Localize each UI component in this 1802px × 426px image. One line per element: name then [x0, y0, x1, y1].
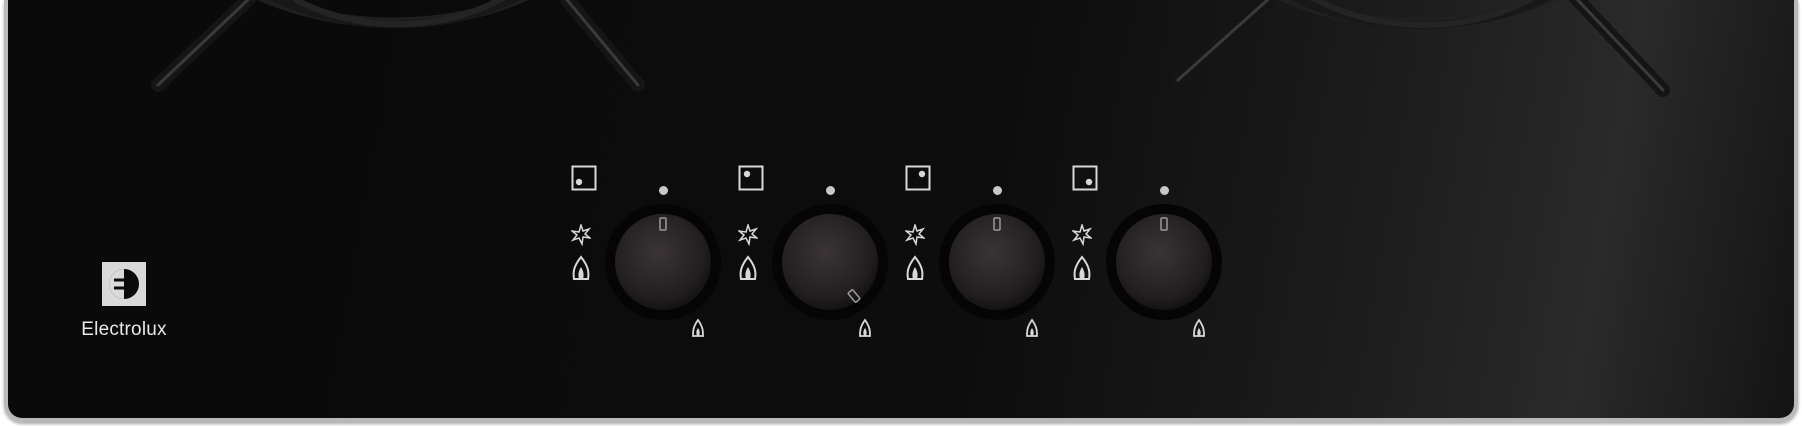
burner-zone-icon	[1072, 165, 1098, 191]
burner-zone-icon	[738, 165, 764, 191]
left-grate	[151, 0, 645, 92]
burner-zone-icon	[905, 165, 931, 191]
max-flame-icon	[739, 255, 757, 280]
position-indicator-dot	[1160, 186, 1169, 195]
control-knob[interactable]	[1104, 202, 1224, 322]
ignition-spark-icon	[1072, 224, 1092, 246]
control-knob[interactable]	[937, 202, 1057, 322]
position-indicator-dot	[826, 186, 835, 195]
control-knob[interactable]	[770, 202, 890, 322]
control-knob[interactable]	[603, 202, 723, 322]
max-flame-icon	[1073, 255, 1091, 280]
electrolux-logo-icon	[102, 262, 146, 306]
brand-logo: Electrolux	[74, 262, 174, 341]
ignition-spark-icon	[905, 224, 925, 246]
right-grate	[1171, 0, 1670, 97]
gas-hob-glass-panel: Electrolux	[4, 0, 1798, 422]
burner-control-2	[738, 160, 908, 350]
position-indicator-dot	[659, 186, 668, 195]
burner-control-1	[571, 160, 741, 350]
burner-control-4	[1072, 160, 1242, 350]
burner-grates	[151, 0, 1670, 97]
brand-name: Electrolux	[81, 319, 167, 340]
ignition-spark-icon	[571, 224, 591, 246]
position-indicator-dot	[993, 186, 1002, 195]
ignition-spark-icon	[738, 224, 758, 246]
burner-zone-icon	[571, 165, 597, 191]
max-flame-icon	[906, 255, 924, 280]
max-flame-icon	[572, 255, 590, 280]
burner-control-3	[905, 160, 1075, 350]
